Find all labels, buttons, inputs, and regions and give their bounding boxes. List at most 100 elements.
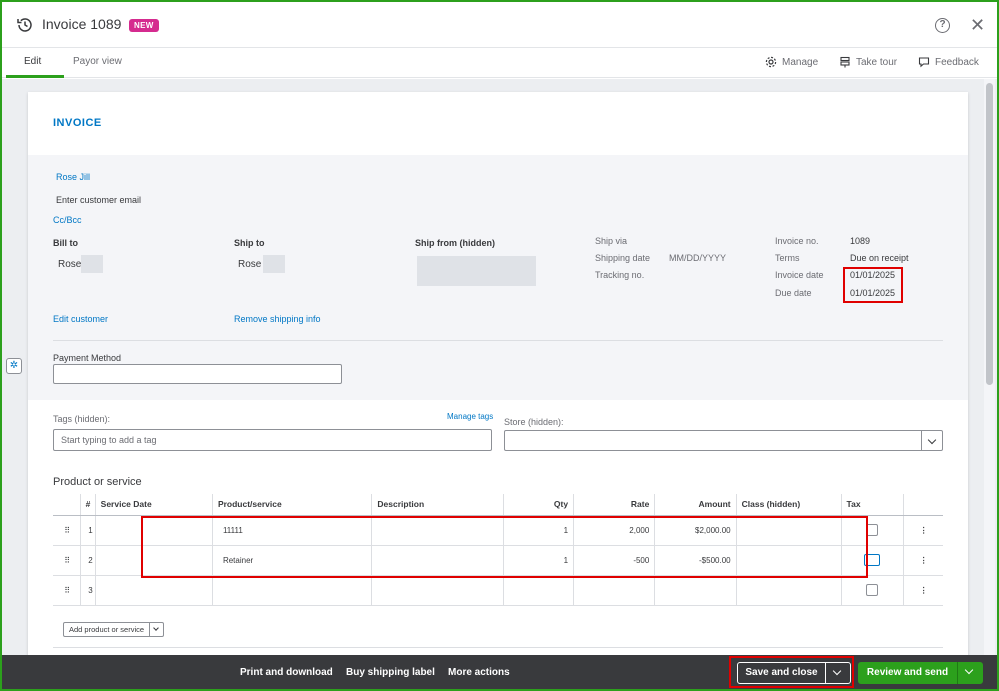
column-header: Tax <box>841 494 905 516</box>
page-title: Invoice 1089 <box>42 16 122 32</box>
section-divider <box>53 340 943 341</box>
shipping-date-field[interactable]: MM/DD/YYYY <box>669 253 726 263</box>
amount-cell[interactable] <box>654 575 737 606</box>
actions-column-header <box>903 494 943 516</box>
active-tab-indicator <box>6 75 64 78</box>
date-highlight-box <box>843 267 903 303</box>
gear-icon <box>765 56 777 68</box>
help-icon[interactable]: ? <box>935 18 950 33</box>
title-bar: Invoice 1089 NEW ? ✕ <box>2 2 997 48</box>
manage-button[interactable]: Manage <box>765 56 818 68</box>
footer-action-bar: Print and download Buy shipping label Mo… <box>2 655 997 689</box>
buy-shipping-label-button[interactable]: Buy shipping label <box>346 667 435 678</box>
tax-checkbox[interactable] <box>866 524 879 536</box>
invoice-no-value[interactable]: 1089 <box>850 236 870 246</box>
feedback-button[interactable]: Feedback <box>918 56 979 68</box>
ship-via-label: Ship via <box>595 236 628 246</box>
rows-highlight-box <box>141 516 868 578</box>
signpost-icon <box>840 56 850 68</box>
class-cell[interactable] <box>736 575 842 606</box>
column-header: Rate <box>573 494 656 516</box>
drag-handle-icon[interactable]: ⠿ <box>53 575 82 606</box>
redacted-block <box>81 255 103 273</box>
row-number: 1 <box>80 515 96 546</box>
customer-email-field[interactable]: Enter customer email <box>56 195 141 205</box>
tags-input[interactable]: Start typing to add a tag <box>53 429 492 451</box>
row-number: 3 <box>80 575 96 606</box>
cc-bcc-link[interactable]: Cc/Bcc <box>53 215 82 225</box>
column-header: Description <box>371 494 505 516</box>
ship-from-field[interactable] <box>417 256 536 286</box>
invoice-heading: INVOICE <box>53 117 102 129</box>
drag-handle-icon[interactable]: ⠿ <box>53 545 82 576</box>
save-and-close-button[interactable]: Save and close <box>737 662 851 684</box>
bill-to-address[interactable]: Rose <box>58 259 81 270</box>
more-vertical-icon[interactable]: ⋮ <box>903 515 943 546</box>
product-section-title: Product or service <box>53 476 142 488</box>
feedback-label: Feedback <box>935 56 979 68</box>
column-header: Product/service <box>212 494 373 516</box>
invoice-window: Invoice 1089 NEW ? ✕ Edit Payor view Man… <box>0 0 999 691</box>
drag-column-header <box>53 494 82 516</box>
vertical-scrollbar[interactable] <box>984 79 995 655</box>
chevron-down-icon[interactable] <box>921 431 942 451</box>
column-header: Amount <box>654 494 737 516</box>
chevron-down-icon[interactable] <box>149 623 163 636</box>
ship-from-label: Ship from (hidden) <box>415 238 495 248</box>
tab-payor-view[interactable]: Payor view <box>73 56 122 67</box>
store-select[interactable] <box>504 430 943 451</box>
add-product-button[interactable]: Add product or service <box>63 622 165 637</box>
service-date-cell[interactable] <box>95 575 213 606</box>
ship-to-address[interactable]: Rose <box>238 259 261 270</box>
content-scroll-area[interactable]: ✲ INVOICE Rose Jill Enter customer email… <box>2 79 997 672</box>
remove-shipping-link[interactable]: Remove shipping info <box>234 314 321 324</box>
invoice-header: INVOICE <box>28 92 968 155</box>
payment-method-field[interactable] <box>53 364 342 384</box>
history-icon[interactable] <box>16 16 34 34</box>
tax-checkbox[interactable] <box>866 584 879 596</box>
section-divider <box>53 647 943 648</box>
row-number: 2 <box>80 545 96 576</box>
pin-icon[interactable]: ✲ <box>6 358 22 374</box>
qty-cell[interactable] <box>503 575 575 606</box>
column-header: # <box>80 494 96 516</box>
tax-cell <box>841 575 905 606</box>
tab-edit[interactable]: Edit <box>24 56 41 67</box>
tags-placeholder: Start typing to add a tag <box>61 435 157 445</box>
take-tour-label: Take tour <box>856 56 898 68</box>
more-actions-button[interactable]: More actions <box>448 667 510 678</box>
manage-label: Manage <box>782 56 819 68</box>
product-cell[interactable] <box>212 575 373 606</box>
table-header-row: # Service Date Product/service Descripti… <box>53 494 943 516</box>
chevron-down-icon[interactable] <box>958 662 983 684</box>
customer-name-link[interactable]: Rose Jill <box>56 172 90 182</box>
drag-handle-icon[interactable]: ⠿ <box>53 515 82 546</box>
tags-label: Tags (hidden): <box>53 414 111 424</box>
shipping-date-label: Shipping date <box>595 253 651 263</box>
ship-to-label: Ship to <box>234 238 265 248</box>
review-and-send-button[interactable]: Review and send <box>858 662 983 684</box>
product-table: # Service Date Product/service Descripti… <box>53 494 943 606</box>
close-icon[interactable]: ✕ <box>970 15 985 36</box>
customer-section: Rose Jill Enter customer email Cc/Bcc Bi… <box>28 155 968 400</box>
store-label: Store (hidden): <box>504 417 564 427</box>
invoice-date-label: Invoice date <box>775 270 824 280</box>
payment-method-label: Payment Method <box>53 353 122 363</box>
more-vertical-icon[interactable]: ⋮ <box>903 575 943 606</box>
take-tour-button[interactable]: Take tour <box>839 56 897 68</box>
column-header: Qty <box>503 494 575 516</box>
terms-value[interactable]: Due on receipt <box>850 253 909 263</box>
add-product-label: Add product or service <box>69 625 145 634</box>
scrollbar-thumb[interactable] <box>986 83 993 385</box>
print-download-button[interactable]: Print and download <box>240 667 333 678</box>
save-and-close-label: Save and close <box>738 663 826 683</box>
table-row[interactable]: ⠿ 3 ⋮ <box>53 575 943 606</box>
tracking-no-label: Tracking no. <box>595 270 645 280</box>
manage-tags-link[interactable]: Manage tags <box>447 412 493 421</box>
description-cell[interactable] <box>371 575 505 606</box>
terms-label: Terms <box>775 253 800 263</box>
more-vertical-icon[interactable]: ⋮ <box>903 545 943 576</box>
rate-cell[interactable] <box>573 575 656 606</box>
chevron-down-icon[interactable] <box>826 663 850 683</box>
edit-customer-link[interactable]: Edit customer <box>53 314 108 324</box>
